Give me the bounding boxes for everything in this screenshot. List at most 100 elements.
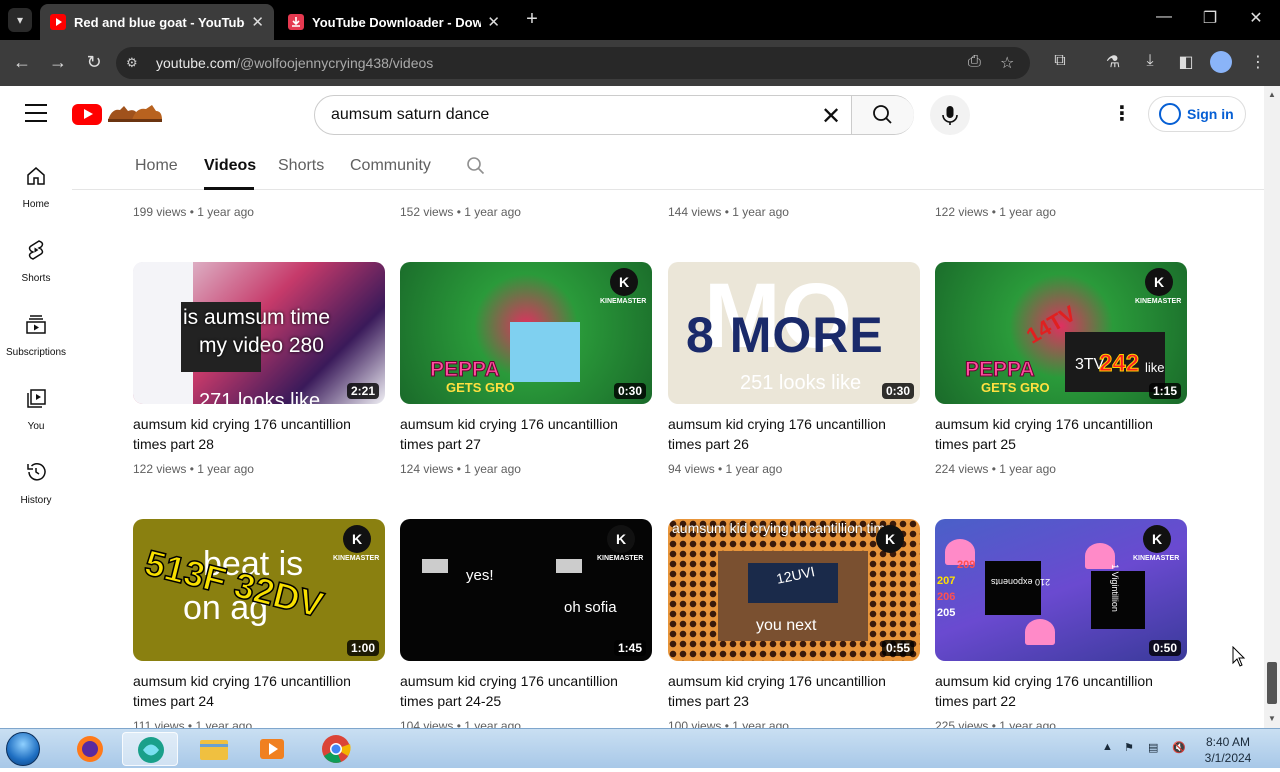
- video-meta: 111 views • 1 year ago: [133, 719, 253, 728]
- channel-search-icon[interactable]: [466, 156, 486, 176]
- close-tab-icon[interactable]: ✕: [487, 13, 500, 31]
- thumb-text: 242: [1098, 350, 1140, 378]
- search-button[interactable]: [851, 96, 914, 134]
- tab-videos[interactable]: Videos: [204, 157, 256, 175]
- kinemaster-logo-icon: K: [343, 525, 371, 553]
- side-panel-icon[interactable]: ◧: [1174, 52, 1198, 72]
- thumb-text: 205: [937, 607, 956, 619]
- taskbar-clock[interactable]: 8:40 AM 3/1/2024: [1198, 734, 1258, 766]
- bookmark-star-icon[interactable]: ☆: [1000, 53, 1014, 73]
- guide-label: History: [20, 495, 52, 506]
- guide-menu-icon[interactable]: [25, 104, 47, 122]
- thumb-text: oh sofia: [564, 599, 617, 616]
- video-title[interactable]: aumsum kid crying 176 uncantillion times…: [133, 671, 385, 711]
- video-title[interactable]: aumsum kid crying 176 uncantillion times…: [935, 671, 1187, 711]
- chrome-menu-icon[interactable]: ⋮: [1246, 52, 1270, 72]
- guide-item-history[interactable]: History: [0, 444, 72, 518]
- close-tab-icon[interactable]: ✕: [251, 13, 264, 31]
- video-meta: 94 views • 1 year ago: [668, 462, 783, 476]
- microphone-icon: [942, 106, 958, 125]
- video-thumbnail[interactable]: beat is on ag 513F 32DV K KINEMASTER 1:0…: [133, 519, 385, 661]
- scroll-up-arrow-icon[interactable]: ▲: [1268, 90, 1276, 99]
- back-arrow-icon[interactable]: ←: [10, 52, 34, 73]
- kinemaster-label: KINEMASTER: [333, 555, 380, 562]
- doodle-logo-icon[interactable]: [106, 102, 164, 124]
- video-thumbnail[interactable]: yes! oh sofia K KINEMASTER 1:45: [400, 519, 652, 661]
- mini-guide: Home Shorts Subscriptions You History: [0, 142, 72, 728]
- taskbar-explorer-icon[interactable]: [186, 732, 242, 766]
- video-title[interactable]: aumsum kid crying 176 uncantillion times…: [400, 671, 652, 711]
- youtube-masthead: aumsum saturn dance ✕ ⋮ Sign in: [0, 86, 1264, 142]
- selected-tab-underline: [204, 187, 254, 190]
- forward-arrow-icon[interactable]: →: [46, 52, 70, 73]
- thumb-decor: [985, 561, 1041, 615]
- video-thumbnail[interactable]: aumsum kid crying uncantillion time 12UV…: [668, 519, 920, 661]
- start-button-icon[interactable]: [6, 732, 40, 766]
- taskbar-media-player-icon[interactable]: [244, 732, 300, 766]
- duration-badge: 0:30: [613, 383, 646, 399]
- reload-icon[interactable]: ↻: [82, 52, 106, 73]
- search-icon: [873, 105, 892, 124]
- labs-flask-icon[interactable]: ⚗: [1101, 52, 1125, 72]
- video-thumbnail[interactable]: PEPPA GETS GRO K KINEMASTER 0:30: [400, 262, 652, 404]
- taskbar-firefox-icon[interactable]: [62, 732, 118, 766]
- guide-item-home[interactable]: Home: [0, 148, 72, 222]
- tab-youtube[interactable]: Red and blue goat - YouTube ✕: [40, 4, 274, 40]
- kinemaster-label: KINEMASTER: [1135, 298, 1182, 305]
- address-bar[interactable]: ⚙ youtube.com/@wolfoojennycrying438/vide…: [116, 47, 1030, 79]
- tab-community[interactable]: Community: [350, 157, 431, 175]
- downloads-icon[interactable]: ⤓: [1138, 52, 1162, 70]
- tab-home[interactable]: Home: [135, 157, 178, 175]
- user-circle-icon: [1159, 103, 1181, 125]
- scroll-down-arrow-icon[interactable]: ▼: [1268, 714, 1276, 723]
- minimize-window-icon[interactable]: —: [1152, 8, 1176, 26]
- restore-window-icon[interactable]: ❐: [1198, 8, 1222, 28]
- page-scrollbar[interactable]: ▲ ▼: [1264, 86, 1280, 728]
- taskbar-active-app-icon[interactable]: [122, 732, 178, 766]
- video-title[interactable]: aumsum kid crying 176 uncantillion times…: [935, 414, 1187, 454]
- thumb-text: is aumsum time: [183, 306, 331, 329]
- taskbar-chrome-icon[interactable]: [308, 732, 364, 766]
- site-info-icon[interactable]: ⚙: [126, 55, 138, 71]
- voice-search-button[interactable]: [930, 95, 970, 135]
- guide-item-shorts[interactable]: Shorts: [0, 222, 72, 296]
- tab-search-button[interactable]: ▾: [8, 8, 32, 32]
- youtube-logo-icon[interactable]: [72, 104, 102, 125]
- network-icon[interactable]: ▤: [1148, 741, 1158, 754]
- thumb-text: my video 280: [199, 334, 324, 357]
- extensions-puzzle-icon[interactable]: ⧉: [1048, 52, 1072, 70]
- tab-title: Red and blue goat - YouTube: [74, 14, 246, 30]
- tray-overflow-icon[interactable]: ▲: [1102, 741, 1113, 753]
- sign-in-label: Sign in: [1187, 106, 1234, 122]
- video-title[interactable]: aumsum kid crying 176 uncantillion times…: [400, 414, 652, 454]
- install-app-icon[interactable]: ⎙: [968, 53, 981, 71]
- video-thumbnail[interactable]: is aumsum time my video 280 271 looks li…: [133, 262, 385, 404]
- new-tab-plus-icon[interactable]: +: [520, 8, 544, 31]
- guide-item-you[interactable]: You: [0, 370, 72, 444]
- video-title[interactable]: aumsum kid crying 176 uncantillion times…: [133, 414, 385, 454]
- close-window-icon[interactable]: ✕: [1244, 8, 1268, 28]
- tab-downloader[interactable]: YouTube Downloader - Downl ✕: [278, 4, 510, 40]
- video-thumbnail[interactable]: MO 8 MORE 251 looks like 0:30: [668, 262, 920, 404]
- settings-more-icon[interactable]: ⋮: [1112, 104, 1132, 124]
- url-text[interactable]: youtube.com/@wolfoojennycrying438/videos: [156, 55, 433, 71]
- thumb-decor: [422, 559, 448, 573]
- search-box[interactable]: aumsum saturn dance ✕: [314, 95, 914, 135]
- profile-avatar-icon[interactable]: [1210, 51, 1232, 73]
- search-input[interactable]: aumsum saturn dance: [331, 106, 489, 124]
- video-title[interactable]: aumsum kid crying 176 uncantillion times…: [668, 414, 920, 454]
- volume-muted-icon[interactable]: 🔇: [1172, 741, 1186, 754]
- guide-label: Home: [22, 199, 50, 210]
- video-thumbnail[interactable]: PEPPA GETS GRO 14TV 3TV 242 like K KINEM…: [935, 262, 1187, 404]
- tab-shorts[interactable]: Shorts: [278, 157, 324, 175]
- channel-tabs: Home Videos Shorts Community: [72, 142, 1264, 190]
- thumb-text: PEPPA: [965, 358, 1036, 382]
- clear-search-icon[interactable]: ✕: [821, 102, 841, 131]
- video-thumbnail[interactable]: 209 207 206 205 210 exponents 1 Vigintil…: [935, 519, 1187, 661]
- video-title[interactable]: aumsum kid crying 176 uncantillion times…: [668, 671, 920, 711]
- sign-in-button[interactable]: Sign in: [1148, 96, 1246, 132]
- scrollbar-thumb[interactable]: [1267, 662, 1277, 704]
- action-center-flag-icon[interactable]: ⚑: [1124, 741, 1134, 754]
- guide-item-subscriptions[interactable]: Subscriptions: [0, 296, 72, 370]
- video-meta: 144 views • 1 year ago: [668, 205, 789, 219]
